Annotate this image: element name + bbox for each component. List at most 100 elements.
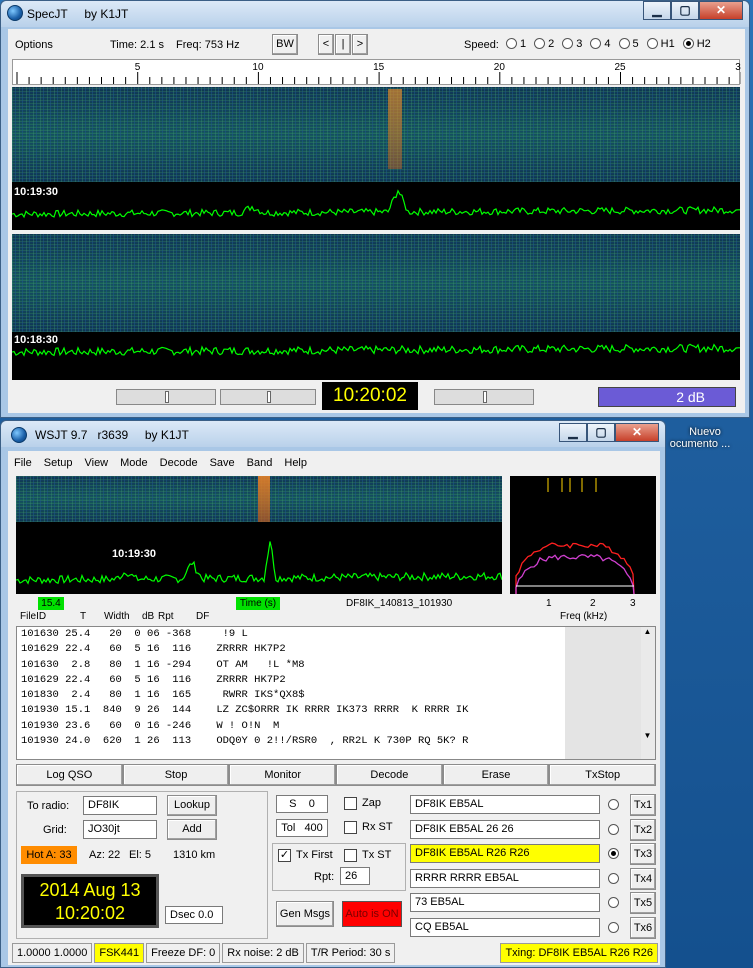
hot-a-badge: Hot A: 33 xyxy=(21,846,77,864)
tx-select-radio[interactable] xyxy=(608,823,619,835)
grid-field[interactable]: JO30jt xyxy=(83,820,157,839)
maximize-button[interactable]: ▢ xyxy=(671,1,699,20)
lookup-button[interactable]: Lookup xyxy=(167,795,217,816)
nav-right-button[interactable]: > xyxy=(352,34,368,55)
maximize-button[interactable]: ▢ xyxy=(587,423,615,442)
slider-2[interactable] xyxy=(220,389,316,405)
speed-radio-4[interactable]: 4 xyxy=(590,38,611,50)
decoded-text-box[interactable]: 101630 25.4 20 0 06 -368 !9 L 101629 22.4… xyxy=(16,626,656,760)
azimuth: Az: 22 xyxy=(89,849,121,861)
dsec-field[interactable]: Dsec 0.0 xyxy=(165,906,223,924)
file-name: DF8IK_140813_101930 xyxy=(346,598,453,609)
radio-icon xyxy=(506,38,517,49)
monitor-button[interactable]: Monitor xyxy=(229,764,337,786)
tx4-button[interactable]: Tx4 xyxy=(630,867,656,890)
zap-checkbox[interactable] xyxy=(344,797,357,810)
menu-mode[interactable]: Mode xyxy=(120,457,148,469)
scroll-up-icon[interactable]: ▲ xyxy=(640,627,655,641)
decodes-scrollbar[interactable]: ▲ ▼ xyxy=(639,627,655,759)
decode-button[interactable]: Decode xyxy=(336,764,443,786)
wsjt-titlebar[interactable]: WSJT 9.7 r3639 by K1JT ▁ ▢ ✕ xyxy=(1,421,665,447)
tx-st-checkbox[interactable] xyxy=(344,849,357,862)
tx-message-field[interactable]: 73 EB5AL xyxy=(410,893,600,912)
waterfall-lower[interactable] xyxy=(12,234,740,332)
rx-st-checkbox[interactable] xyxy=(344,821,357,834)
erase-button[interactable]: Erase xyxy=(442,764,550,786)
s-field[interactable]: S 0 xyxy=(276,795,328,813)
tx1-button[interactable]: Tx1 xyxy=(630,794,656,816)
freq-tick-3: 3 xyxy=(630,598,636,609)
menu-view[interactable]: View xyxy=(84,457,108,469)
tx5-button[interactable]: Tx5 xyxy=(630,892,656,914)
add-button[interactable]: Add xyxy=(167,819,217,840)
tx-select-radio[interactable] xyxy=(608,872,619,884)
rpt-field[interactable]: 26 xyxy=(340,867,370,885)
menu-file[interactable]: File xyxy=(14,457,32,469)
signal-hotspot xyxy=(388,89,402,169)
txstop-button[interactable]: TxStop xyxy=(549,764,657,786)
menu-save[interactable]: Save xyxy=(210,457,235,469)
close-button[interactable]: ✕ xyxy=(699,1,743,20)
tx-message-field[interactable]: CQ EB5AL xyxy=(410,917,600,937)
tx2-button[interactable]: Tx2 xyxy=(630,818,656,841)
menu-setup[interactable]: Setup xyxy=(44,457,73,469)
freq-readout: Freq: 753 Hz xyxy=(176,39,240,51)
tx-message-field[interactable]: DF8IK EB5AL xyxy=(410,795,600,814)
speed-radio-1[interactable]: 1 xyxy=(506,38,526,50)
slider-1[interactable] xyxy=(116,389,216,405)
nav-center-button[interactable]: | xyxy=(335,34,351,55)
scroll-down-icon[interactable]: ▼ xyxy=(640,731,655,745)
menu-help[interactable]: Help xyxy=(284,457,307,469)
tx-message-field[interactable]: DF8IK EB5AL R26 R26 xyxy=(410,844,600,863)
desktop-icon-text-2: ocumento ... xyxy=(669,438,731,450)
wsjt-signal-hotspot xyxy=(258,476,270,522)
speed-radio-3[interactable]: 3 xyxy=(562,38,582,50)
tx6-button[interactable]: Tx6 xyxy=(630,916,656,939)
status-mode: FSK441 xyxy=(94,943,145,963)
tx-message-field[interactable]: DF8IK EB5AL 26 26 xyxy=(410,819,600,839)
specjt-title: SpecJT by K1JT xyxy=(27,7,129,21)
menu-band[interactable]: Band xyxy=(247,457,273,469)
speed-radio-5[interactable]: 5 xyxy=(618,38,639,50)
radio-icon xyxy=(646,38,658,49)
stop-button[interactable]: Stop xyxy=(122,764,230,786)
tx-select-radio[interactable] xyxy=(608,897,619,908)
rx-st-label: Rx ST xyxy=(362,821,393,833)
tx-message-field[interactable]: RRRR RRRR EB5AL xyxy=(410,868,600,888)
spectrum-trace xyxy=(11,343,740,357)
bw-button[interactable]: BW xyxy=(272,34,298,55)
speed-radio-h2[interactable]: H2 xyxy=(682,38,711,50)
to-radio-field[interactable]: DF8IK xyxy=(83,796,157,815)
options-menu[interactable]: Options xyxy=(15,39,53,51)
time-readout: Time: 2.1 s xyxy=(110,39,164,51)
radio-icon xyxy=(590,38,602,49)
minimize-button[interactable]: ▁ xyxy=(643,1,671,20)
wsjt-spectrum-plot: 10:19:30 xyxy=(15,522,503,594)
menu-decode[interactable]: Decode xyxy=(160,457,198,469)
specjt-titlebar[interactable]: SpecJT by K1JT ▁ ▢ ✕ xyxy=(1,1,749,27)
freq-tick-1: 1 xyxy=(546,598,552,609)
gen-msgs-button[interactable]: Gen Msgs xyxy=(276,901,334,927)
tx-select-radio[interactable] xyxy=(608,921,619,933)
speed-radio-h1[interactable]: H1 xyxy=(646,38,675,50)
minimize-button[interactable]: ▁ xyxy=(559,423,587,442)
tx3-button[interactable]: Tx3 xyxy=(630,843,656,865)
tol-field[interactable]: Tol 400 xyxy=(276,819,328,837)
tx-select-radio[interactable] xyxy=(608,848,619,859)
tx-select-radio[interactable] xyxy=(608,799,619,810)
tx-messages: DF8IK EB5AL Tx1 DF8IK EB5AL 26 26 Tx2 DF8IK … xyxy=(410,791,658,941)
log-qso-button[interactable]: Log QSO xyxy=(16,764,123,786)
utc-clock: 2014 Aug 13 10:20:02 xyxy=(21,874,159,928)
tx-first-checkbox[interactable]: ✓ xyxy=(278,849,291,862)
waterfall-upper[interactable] xyxy=(12,87,740,182)
nav-left-button[interactable]: < xyxy=(318,34,334,55)
globe-icon xyxy=(7,5,23,21)
speed-radio-2[interactable]: 2 xyxy=(534,38,554,50)
desktop-icon-label[interactable]: Nuevo ocumento ... xyxy=(670,426,740,450)
frequency-scale: 5 10 15 20 25 30 xyxy=(12,59,747,85)
gain-display[interactable]: 2 dB xyxy=(598,387,736,407)
decode-line: 101629 22.4 60 5 16 116 ZRRRR HK7P2 xyxy=(21,673,286,686)
auto-toggle[interactable]: Auto is ON xyxy=(342,901,402,927)
slider-3[interactable] xyxy=(434,389,534,405)
close-button[interactable]: ✕ xyxy=(615,423,659,442)
